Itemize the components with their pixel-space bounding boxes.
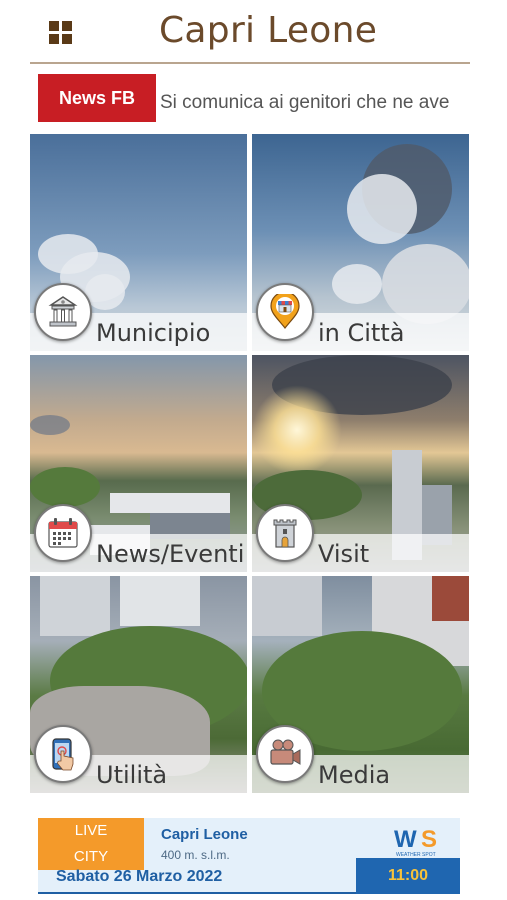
live-label: LIVE [74,822,108,839]
tower-icon [256,504,314,562]
news-ticker[interactable]: News FB Si comunica ai genitori che ne a… [38,74,470,122]
tile-utilita[interactable]: Utilità [30,576,247,793]
calendar-icon [34,504,92,562]
news-ticker-text[interactable]: Si comunica ai genitori che ne ave [160,74,449,122]
weather-spot-logo: W S WEATHER SPOT [394,826,438,858]
tile-in-citta[interactable]: in Città [252,134,469,351]
live-city-badge: LIVE CITY [38,818,144,870]
tile-label-in-citta: in Città [318,319,405,347]
menu-grid: Municipio in Città News/Eventi Visit Uti… [30,134,470,794]
app-header: Capri Leone [0,0,507,64]
grid-menu-icon[interactable] [49,21,73,45]
tile-label-municipio: Municipio [96,319,211,347]
shop-location-pin-icon [256,283,314,341]
tile-label-media: Media [318,761,391,789]
header-divider [30,62,470,64]
tile-label-utilita: Utilità [96,761,168,789]
footer-divider [38,892,356,894]
app-title: Capri Leone [159,10,378,51]
tile-label-visit: Visit [318,540,370,568]
tile-media[interactable]: Media [252,576,469,793]
weather-date: Sabato 26 Marzo 2022 [56,868,223,885]
video-camera-icon [256,725,314,783]
tile-news-eventi[interactable]: News/Eventi [30,355,247,572]
weather-place: Capri Leone [161,826,248,843]
town-hall-icon [34,283,92,341]
weather-widget[interactable]: LIVE CITY Capri Leone 400 m. s.l.m. W S … [38,818,460,894]
weather-time: 11:00 [356,858,460,894]
smartphone-touch-icon [34,725,92,783]
tile-municipio[interactable]: Municipio [30,134,247,351]
tile-label-news-eventi: News/Eventi [96,540,245,568]
tile-visit[interactable]: Visit [252,355,469,572]
news-fb-label[interactable]: News FB [38,74,156,122]
city-label: CITY [73,848,109,865]
weather-altitude: 400 m. s.l.m. [161,848,230,862]
